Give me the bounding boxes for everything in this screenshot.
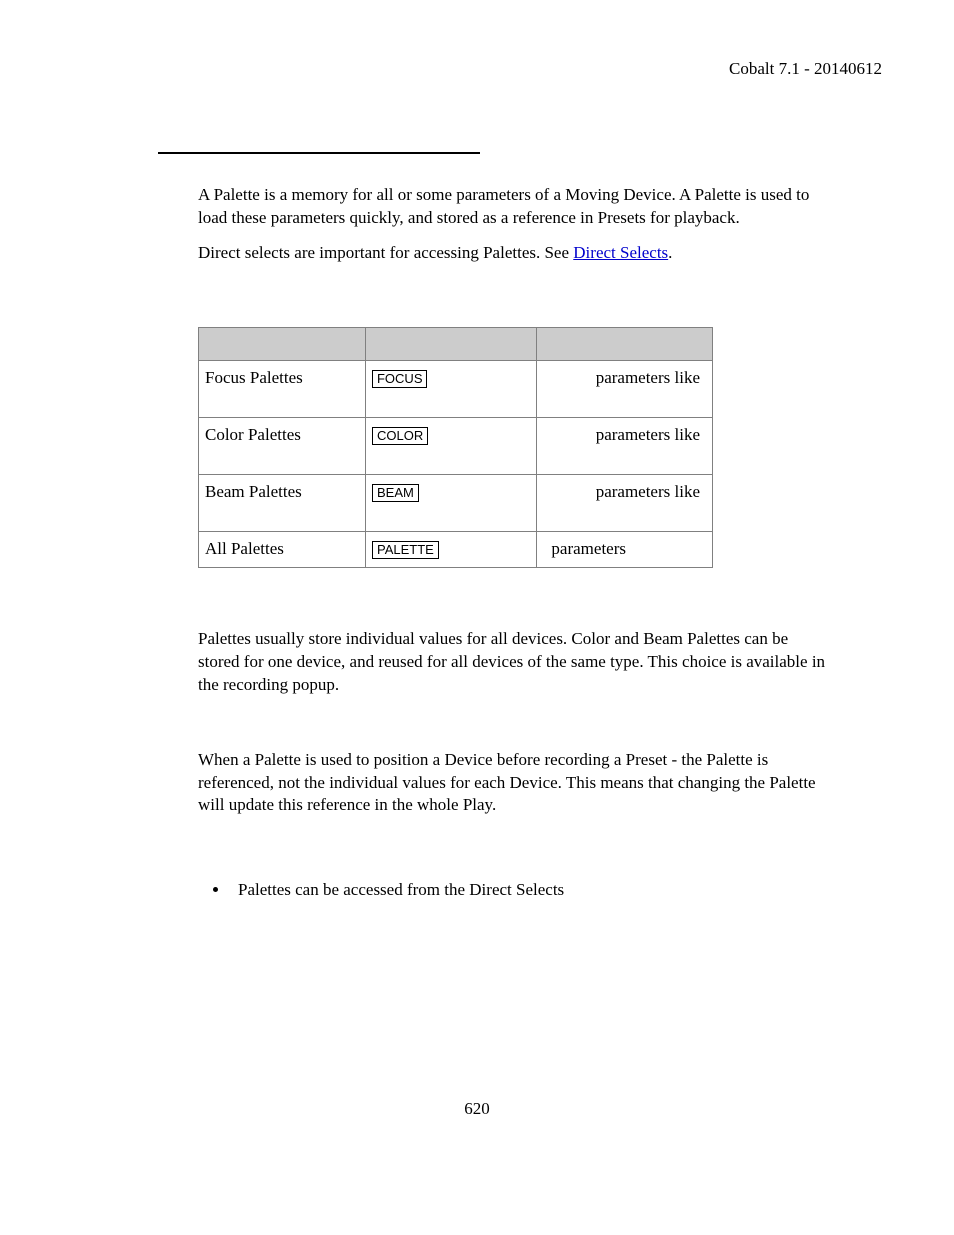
table-row: Color Palettes COLOR parameters like: [199, 417, 713, 474]
page-number: 620: [0, 1098, 954, 1121]
key-chip-focus: FOCUS: [372, 370, 428, 388]
content-block: A Palette is a memory for all or some pa…: [198, 184, 830, 902]
section-paragraph-1: Palettes usually store individual values…: [198, 628, 830, 697]
header-title: Cobalt 7.1 - 20140612: [729, 58, 882, 81]
intro-p2-post: .: [668, 243, 672, 262]
key-chip-palette: PALETTE: [372, 541, 439, 559]
key-chip-beam: BEAM: [372, 484, 419, 502]
table-row: Focus Palettes FOCUS parameters like: [199, 360, 713, 417]
table-header-cell: [537, 327, 713, 360]
key-chip-color: COLOR: [372, 427, 428, 445]
intro-p2-pre: Direct selects are important for accessi…: [198, 243, 573, 262]
bullet-list: Palettes can be accessed from the Direct…: [230, 879, 830, 902]
row-desc: parameters like: [537, 475, 712, 510]
row-desc: parameters like: [537, 361, 712, 396]
table-row: All Palettes PALETTE parameters: [199, 531, 713, 567]
table-header-cell: [199, 327, 366, 360]
horizontal-rule: [158, 152, 480, 154]
row-label: Focus Palettes: [199, 361, 365, 396]
table-header-row: [199, 327, 713, 360]
row-label: All Palettes: [199, 532, 365, 567]
table-header-cell: [365, 327, 536, 360]
row-label: Color Palettes: [199, 418, 365, 453]
section-paragraph-2: When a Palette is used to position a Dev…: [198, 749, 830, 818]
table-row: Beam Palettes BEAM parameters like: [199, 474, 713, 531]
intro-paragraph-1: A Palette is a memory for all or some pa…: [198, 184, 830, 230]
intro-paragraph-2: Direct selects are important for accessi…: [198, 242, 830, 265]
bullet-item: Palettes can be accessed from the Direct…: [230, 879, 830, 902]
row-label: Beam Palettes: [199, 475, 365, 510]
palette-types-table: Focus Palettes FOCUS parameters like Col…: [198, 327, 713, 568]
row-desc: parameters: [537, 532, 712, 567]
direct-selects-link[interactable]: Direct Selects: [573, 243, 668, 262]
row-desc: parameters like: [537, 418, 712, 453]
page: Cobalt 7.1 - 20140612 A Palette is a mem…: [0, 0, 954, 1235]
